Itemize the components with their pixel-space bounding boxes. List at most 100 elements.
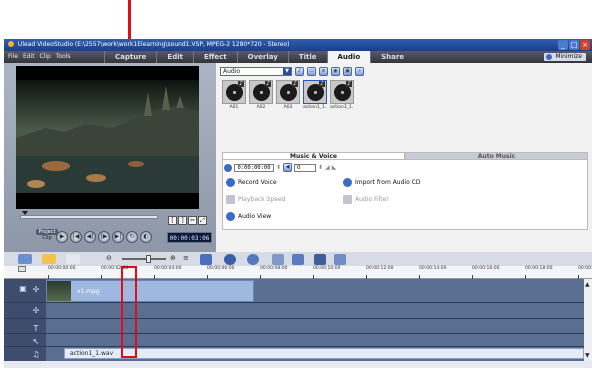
timeline-view-icon[interactable]	[42, 254, 56, 264]
audio-clip-thumbnail: ♪	[276, 80, 300, 104]
preview-window	[16, 66, 199, 209]
timeline-ruler[interactable]	[4, 266, 592, 279]
zoom-in-icon[interactable]: ⊕	[170, 254, 176, 262]
tab-capture[interactable]: Capture	[104, 51, 156, 63]
menu-clip[interactable]: Clip	[40, 53, 51, 60]
storyboard-view-icon[interactable]	[18, 254, 32, 264]
fit-project-icon[interactable]: ≡	[183, 254, 189, 262]
library-category-select[interactable]: Audio ▼	[220, 67, 292, 76]
duration-field[interactable]: 0:00:00:00	[234, 163, 274, 172]
tab-effect[interactable]: Effect	[192, 51, 237, 63]
volume-stepper-icon[interactable]: ⬍	[318, 164, 323, 171]
tab-edit[interactable]: Edit	[156, 51, 193, 63]
trim-marker-icon[interactable]	[22, 211, 28, 215]
horizontal-scroll-thumb[interactable]	[4, 361, 592, 368]
tab-audio[interactable]: Audio	[326, 51, 371, 63]
minimize-button[interactable]: Minimize	[544, 53, 586, 61]
project-fit-icon[interactable]	[18, 266, 26, 272]
step-tabs: Capture Edit Effect Overlay Title Audio Share	[104, 51, 414, 63]
auto-music-icon[interactable]	[334, 254, 346, 265]
mark-in-icon[interactable]: [	[168, 216, 177, 225]
expand-icon[interactable]: »	[355, 67, 364, 76]
menu-bar: File Edit Clip Tools Capture Edit Effect Ov…	[4, 51, 592, 63]
fade-out-icon[interactable]: ◣	[332, 164, 337, 171]
minimize-window-icon[interactable]: _	[558, 40, 568, 50]
cut-icon[interactable]: ✂	[188, 216, 197, 225]
ruler-tick	[419, 275, 420, 279]
track-manager-icon[interactable]	[272, 254, 284, 265]
audio-mixer-icon[interactable]	[314, 254, 326, 265]
voice-track-icon: ↖	[32, 337, 40, 346]
folder-icon[interactable]: ▭	[307, 67, 316, 76]
ruler-tick	[578, 275, 579, 279]
volume-field[interactable]: 0	[294, 163, 317, 172]
load-audio-icon[interactable]: ♪	[295, 67, 304, 76]
record-capture-icon[interactable]	[224, 254, 236, 265]
library-clip[interactable]: ♪ action3_1...	[330, 80, 354, 114]
library-manager-icon[interactable]: ▣	[343, 67, 352, 76]
scroll-up-icon[interactable]: ▲	[585, 281, 590, 288]
end-icon[interactable]: ▶|	[112, 231, 124, 243]
undo-icon[interactable]	[247, 254, 259, 265]
maximize-window-icon[interactable]: □	[569, 40, 579, 50]
menu-file[interactable]: File	[8, 53, 18, 60]
project-clip-toggle[interactable]: Project Clip	[36, 229, 58, 241]
sort-icon[interactable]: ≡	[319, 67, 328, 76]
audio-clip[interactable]	[64, 348, 584, 359]
next-frame-icon[interactable]: |▶	[98, 231, 110, 243]
video-editor-screenshot: Ulead VideoStudio (E:\2557\work\work1Ele…	[0, 0, 592, 368]
repeat-icon[interactable]: ↻	[126, 231, 138, 243]
zoom-slider-thumb[interactable]	[146, 255, 151, 263]
close-window-icon[interactable]: ×	[580, 40, 590, 50]
tab-music-voice[interactable]: Music & Voice	[222, 152, 405, 160]
previous-frame-icon[interactable]: ◀|	[84, 231, 96, 243]
ruler-tick	[525, 275, 526, 279]
play-icon[interactable]: ▶	[56, 231, 68, 243]
ruler-tick-label: 00:00:12:00	[366, 266, 394, 271]
mark-out-icon[interactable]: ]	[178, 216, 187, 225]
audio-filter-option[interactable]: Audio Filter	[343, 195, 389, 204]
timeline-vertical-scrollbar[interactable]: ▲ ▼	[584, 279, 592, 361]
tab-overlay[interactable]: Overlay	[236, 51, 288, 63]
playback-speed-option[interactable]: Playback Speed	[226, 195, 286, 204]
track-divider	[4, 333, 584, 334]
home-icon[interactable]: |◀	[70, 231, 82, 243]
playback-speed-label: Playback Speed	[238, 196, 286, 203]
menu-edit[interactable]: Edit	[23, 53, 35, 60]
insert-media-icon[interactable]	[200, 254, 212, 265]
zoom-out-icon[interactable]: ⊖	[106, 254, 112, 262]
scroll-down-icon[interactable]: ▼	[585, 352, 590, 359]
duration-stepper-icon[interactable]: ⬍	[276, 164, 281, 171]
ruler-tick	[101, 275, 102, 279]
ruler-tick-label: 00:00:00:00	[48, 266, 76, 271]
ruler-tick	[472, 275, 473, 279]
menu-tools[interactable]: Tools	[56, 53, 71, 60]
timecode-display[interactable]: 00:00:03:06	[167, 232, 212, 243]
tab-share[interactable]: Share	[370, 51, 414, 63]
clip-mode-label[interactable]: Clip	[42, 235, 51, 241]
minimize-label: Minimize	[555, 53, 582, 60]
ruler-tick-label: 00:00:20:00	[578, 266, 592, 271]
volume-icon[interactable]: ◐	[140, 231, 152, 243]
library-clip[interactable]: ♪ A01	[222, 80, 246, 114]
library-clip[interactable]: ♪ A03	[276, 80, 300, 114]
record-voice-option[interactable]: Record Voice	[226, 178, 277, 187]
audio-filter-label: Audio Filter	[355, 196, 389, 203]
import-audio-cd-option[interactable]: Import from Audio CD	[343, 178, 420, 187]
library-clip[interactable]: ♪ action1_1...	[303, 80, 327, 114]
ripple-edit-icon[interactable]	[292, 254, 304, 265]
audio-view-toggle-icon[interactable]	[66, 254, 80, 264]
library-clip[interactable]: ♪ A02	[249, 80, 273, 114]
tab-auto-music[interactable]: Auto Music	[405, 152, 588, 160]
tab-title[interactable]: Title	[287, 51, 327, 63]
scrub-bar[interactable]	[20, 215, 158, 219]
enlarge-icon[interactable]: ⤢	[198, 216, 207, 225]
fade-in-icon[interactable]: ◢	[325, 164, 330, 171]
options-icon[interactable]: ◉	[331, 67, 340, 76]
audio-view-option[interactable]: Audio View	[226, 212, 271, 221]
audio-view-icon	[226, 212, 235, 221]
library-clip-label: action1_1...	[303, 105, 327, 110]
ruler-tick	[313, 275, 314, 279]
zoom-slider[interactable]	[122, 258, 166, 260]
mark-buttons: [ ] ✂ ⤢	[168, 216, 207, 225]
